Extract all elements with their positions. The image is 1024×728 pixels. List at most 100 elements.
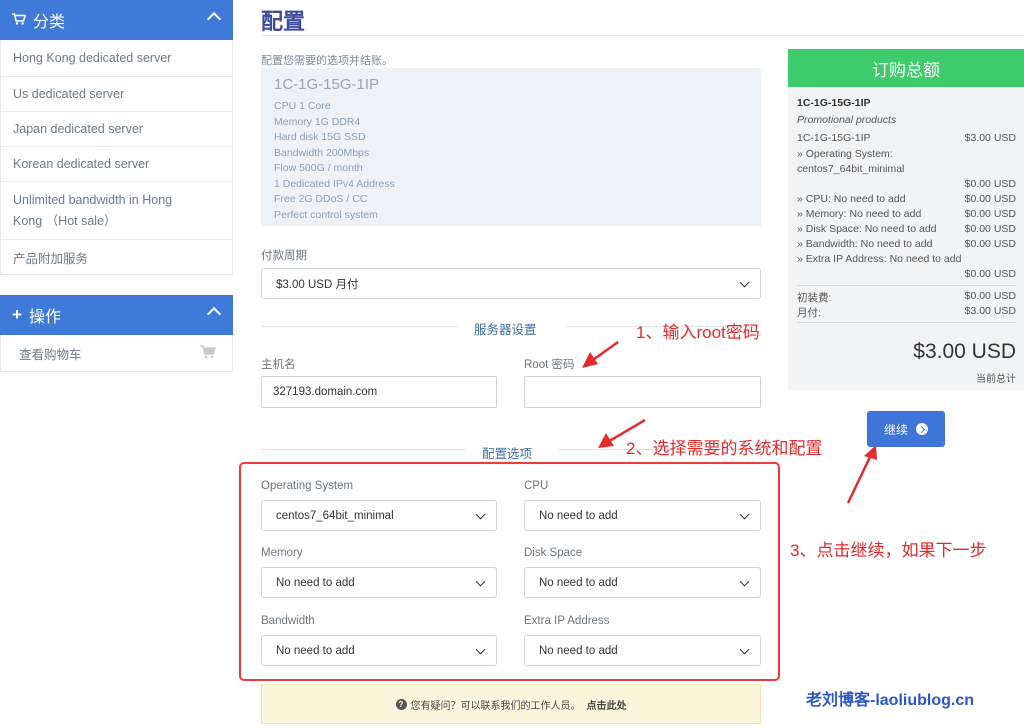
summary-monthly-row: 月付: $3.00 USD (797, 305, 1016, 320)
question-icon: ? (395, 698, 407, 710)
product-feature: Memory 1G DDR4 (274, 115, 361, 128)
continue-button[interactable]: 继续 (867, 411, 945, 447)
annotation-step-3: 3、点击继续，如果下一步 (790, 541, 987, 560)
summary-setup-price: $0.00 USD (964, 290, 1016, 302)
summary-line: $0.00 USD (797, 178, 1016, 193)
cpu-select[interactable]: No need to add (524, 500, 761, 531)
plus-icon: + (12, 305, 22, 324)
actions-list: 查看购物车 (0, 335, 233, 372)
watermark: 老刘博客-laoliublog.cn (806, 692, 974, 709)
chevron-down-icon (739, 509, 750, 520)
product-feature: Perfect control system (274, 208, 378, 221)
section-divider (261, 326, 458, 327)
product-feature: Bandwidth 200Mbps (274, 146, 370, 159)
actions-panel-title: 操作 (28, 309, 61, 326)
section-divider (261, 449, 466, 450)
summary-line-label: » Disk Space: No need to add (797, 223, 937, 235)
summary-divider (797, 285, 1016, 286)
os-value: centos7_64bit_minimal (276, 509, 394, 522)
billing-cycle-value: $3.00 USD 月付 (276, 278, 359, 291)
categories-panel-title: 分类 (33, 14, 66, 31)
chevron-down-icon (739, 277, 750, 288)
help-link[interactable]: 点击此处 (587, 697, 627, 712)
summary-line: » Memory: No need to add $0.00 USD (797, 208, 1016, 223)
order-summary-title: 订购总额 (788, 49, 1024, 87)
view-cart-label: 查看购物车 (19, 347, 82, 362)
extra-ip-value: No need to add (539, 644, 618, 657)
summary-setup-label: 初装费: (797, 292, 832, 304)
chevron-down-icon (739, 644, 750, 655)
summary-line-label: » Memory: No need to add (797, 208, 922, 220)
hostname-input[interactable]: 327193.domain.com (261, 376, 497, 408)
hostname-label: 主机名 (261, 359, 296, 371)
annotation-step-2: 2、选择需要的系统和配置 (626, 439, 823, 458)
sidebar-item-korean-dedicated[interactable]: Korean dedicated server (1, 146, 232, 181)
summary-line-price: $3.00 USD (964, 132, 1016, 144)
extra-ip-label: Extra IP Address (524, 615, 610, 627)
categories-list: Hong Kong dedicated server Us dedicated … (0, 40, 233, 275)
summary-line-label: » Extra IP Address: No need to add (797, 253, 962, 265)
memory-value: No need to add (276, 576, 355, 589)
help-text: 您有疑问？可以联系我们的工作人员。 (410, 700, 581, 712)
sidebar-item-us-dedicated[interactable]: Us dedicated server (1, 76, 232, 111)
chevron-up-icon[interactable] (206, 306, 222, 322)
chevron-up-icon[interactable] (206, 11, 222, 27)
sidebar-item-product-addons[interactable]: 产品附加服务 (1, 239, 232, 274)
sidebar-item-unlimited-bandwidth[interactable]: Unlimited bandwidth in Hong Kong （Hot sa… (1, 181, 232, 239)
order-summary-panel: 1C-1G-15G-1IP Promotional products 1C-1G… (788, 87, 1024, 390)
sidebar-item-hong-kong-dedicated[interactable]: Hong Kong dedicated server (1, 40, 232, 76)
cart-icon (200, 345, 216, 359)
sidebar-item-japan-dedicated[interactable]: Japan dedicated server (1, 111, 232, 146)
root-password-label: Root 密码 (524, 359, 575, 371)
product-name: 1C-1G-15G-1IP (274, 76, 380, 93)
root-password-input[interactable] (524, 376, 761, 408)
summary-product-name: 1C-1G-15G-1IP (797, 97, 871, 109)
summary-setup-row: 初装费: $0.00 USD (797, 290, 1016, 305)
summary-line-price: $0.00 USD (964, 223, 1016, 235)
bandwidth-label: Bandwidth (261, 615, 315, 627)
product-feature: Hard disk 15G SSD (274, 131, 366, 143)
page-title: 配置 (261, 9, 306, 34)
summary-divider (797, 322, 1016, 323)
disk-space-select[interactable]: No need to add (524, 567, 761, 598)
bandwidth-select[interactable]: No need to add (261, 635, 497, 666)
summary-line-price: $0.00 USD (964, 178, 1016, 190)
server-settings-title: 服务器设置 (474, 323, 537, 337)
actions-panel-header[interactable]: + 操作 (0, 295, 233, 335)
help-banner: ? 您有疑问？可以联系我们的工作人员。 点击此处 (261, 684, 761, 724)
os-select[interactable]: centos7_64bit_minimal (261, 500, 497, 531)
arrow-right-circle-icon (916, 423, 928, 435)
summary-product-group: Promotional products (797, 114, 897, 126)
chevron-down-icon (475, 576, 486, 587)
summary-line: » CPU: No need to add $0.00 USD (797, 193, 1016, 208)
summary-line: » Disk Space: No need to add $0.00 USD (797, 223, 1016, 238)
disk-space-value: No need to add (539, 576, 618, 589)
page-intro: 配置您需要的选项并结账。 (261, 55, 393, 67)
summary-os-label: » Operating System: (797, 148, 893, 160)
summary-line-price: $0.00 USD (964, 208, 1016, 220)
chevron-down-icon (475, 644, 486, 655)
bandwidth-value: No need to add (276, 644, 355, 657)
arrow-to-root-password (589, 340, 619, 364)
summary-line: » Bandwidth: No need to add $0.00 USD (797, 238, 1016, 253)
cpu-label: CPU (524, 480, 549, 492)
memory-label: Memory (261, 547, 303, 559)
memory-select[interactable]: No need to add (261, 567, 497, 598)
disk-space-label: Disk Space (524, 547, 583, 559)
title-divider (261, 35, 1024, 36)
summary-os-value: centos7_64bit_minimal (797, 163, 905, 175)
product-feature: Free 2G DDoS / CC (274, 193, 368, 205)
summary-line-label: » Bandwidth: No need to add (797, 238, 933, 250)
annotation-step-1: 1、输入root密码 (636, 323, 760, 342)
sidebar-item-view-cart[interactable]: 查看购物车 (1, 335, 232, 371)
config-options-title: 配置选项 (482, 447, 533, 461)
billing-cycle-select[interactable]: $3.00 USD 月付 (261, 268, 761, 299)
extra-ip-select[interactable]: No need to add (524, 635, 761, 666)
continue-label: 继续 (883, 422, 908, 437)
categories-panel-header[interactable]: 分类 (0, 0, 233, 40)
summary-line: » Extra IP Address: No need to add (797, 253, 1016, 268)
chevron-down-icon (475, 509, 486, 520)
billing-cycle-label: 付款周期 (261, 250, 307, 262)
chevron-down-icon (739, 576, 750, 587)
summary-line: $0.00 USD (797, 268, 1016, 283)
